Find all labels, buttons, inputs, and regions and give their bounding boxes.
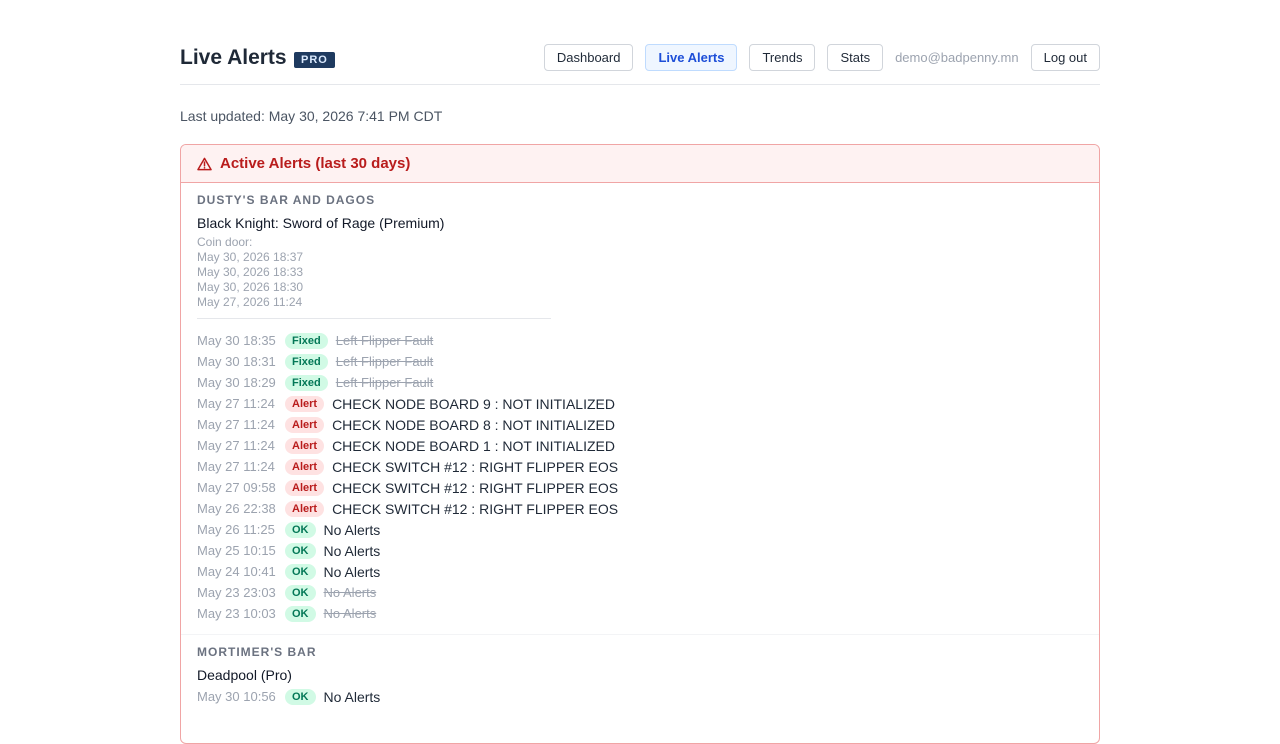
status-badge: Alert bbox=[285, 416, 325, 433]
event-date: May 27 09:58 bbox=[197, 480, 276, 495]
event-date: May 26 22:38 bbox=[197, 501, 276, 516]
top-nav: Dashboard Live Alerts Trends Stats demo@… bbox=[532, 44, 1100, 71]
coin-door-line: May 30, 2026 18:30 bbox=[197, 280, 304, 294]
event-date: May 27 11:24 bbox=[197, 417, 275, 432]
status-badge: Alert bbox=[285, 458, 325, 475]
event-row: May 26 11:25 OK No Alerts bbox=[197, 519, 1083, 540]
event-row: May 30 10:56 OK No Alerts bbox=[197, 686, 1083, 707]
coin-door-line: Coin door: bbox=[197, 235, 253, 249]
machine-name[interactable]: Black Knight: Sword of Rage (Premium) bbox=[197, 214, 1083, 232]
event-message: CHECK SWITCH #12 : RIGHT FLIPPER EOS bbox=[332, 500, 619, 517]
event-row: May 30 18:35 Fixed Left Flipper Fault bbox=[197, 330, 1083, 351]
event-row: May 30 18:29 Fixed Left Flipper Fault bbox=[197, 372, 1083, 393]
last-updated: Last updated: May 30, 2026 7:41 PM CDT bbox=[180, 108, 443, 124]
event-message: No Alerts bbox=[323, 688, 381, 705]
page-title: Live Alerts bbox=[180, 46, 287, 69]
status-badge: OK bbox=[285, 605, 316, 622]
event-date: May 30 18:35 bbox=[197, 333, 276, 348]
event-message: CHECK NODE BOARD 8 : NOT INITIALIZED bbox=[332, 416, 615, 433]
status-badge: OK bbox=[285, 688, 316, 705]
nav-stats-button[interactable]: Stats bbox=[827, 44, 884, 71]
event-date: May 30 10:56 bbox=[197, 689, 276, 704]
event-row: May 27 11:24 Alert CHECK NODE BOARD 8 : NO… bbox=[197, 414, 1083, 435]
status-badge: Alert bbox=[285, 479, 325, 496]
event-row: May 30 18:31 Fixed Left Flipper Fault bbox=[197, 351, 1083, 372]
status-badge: Alert bbox=[285, 395, 325, 412]
event-date: May 27 11:24 bbox=[197, 459, 275, 474]
status-badge: Fixed bbox=[285, 332, 328, 349]
nav-dashboard-button[interactable]: Dashboard bbox=[543, 44, 634, 71]
coin-door-log: Coin door: May 30, 2026 18:37 May 30, 2026… bbox=[197, 235, 1083, 310]
event-message: Left Flipper Fault bbox=[335, 375, 434, 390]
event-row: May 26 22:38 Alert CHECK SWITCH #12 : RIGH… bbox=[197, 498, 1083, 519]
event-message: No Alerts bbox=[323, 542, 381, 559]
pro-badge: PRO bbox=[294, 52, 335, 68]
warning-triangle-icon bbox=[197, 157, 212, 170]
event-row: May 24 10:41 OK No Alerts bbox=[197, 561, 1083, 582]
event-date: May 23 10:03 bbox=[197, 606, 276, 621]
status-badge: OK bbox=[285, 584, 316, 601]
location-section: DUSTY'S BAR AND DAGOS Black Knight: Sword… bbox=[181, 193, 1099, 624]
status-badge: Fixed bbox=[285, 353, 328, 370]
status-badge: Alert bbox=[285, 437, 325, 454]
event-message: Left Flipper Fault bbox=[335, 333, 434, 348]
section-separator bbox=[181, 634, 1099, 635]
coin-door-line: May 27, 2026 11:24 bbox=[197, 295, 303, 309]
event-date: May 27 11:24 bbox=[197, 438, 275, 453]
location-section: MORTIMER'S BAR Deadpool (Pro) May 30 10:56… bbox=[181, 645, 1099, 707]
coin-door-line: May 30, 2026 18:33 bbox=[197, 265, 304, 279]
event-row: May 27 11:24 Alert CHECK SWITCH #12 : RIGH… bbox=[197, 456, 1083, 477]
event-date: May 24 10:41 bbox=[197, 564, 276, 579]
coin-door-line: May 30, 2026 18:37 bbox=[197, 250, 304, 264]
page-container: Live Alerts PRO Dashboard Live Alerts Tr… bbox=[180, 0, 1100, 744]
nav-trends-button[interactable]: Trends bbox=[749, 44, 816, 71]
active-alerts-panel: Active Alerts (last 30 days) DUSTY'S BAR… bbox=[180, 144, 1100, 744]
event-message: No Alerts bbox=[323, 606, 377, 621]
location-name: MORTIMER'S BAR bbox=[197, 645, 317, 659]
event-message: Left Flipper Fault bbox=[335, 354, 434, 369]
logout-button[interactable]: Log out bbox=[1030, 44, 1100, 71]
status-badge: OK bbox=[285, 521, 316, 538]
event-message: No Alerts bbox=[323, 585, 377, 600]
divider bbox=[197, 318, 551, 319]
status-badge: OK bbox=[285, 563, 316, 580]
location-name: DUSTY'S BAR AND DAGOS bbox=[197, 193, 376, 207]
event-message: CHECK NODE BOARD 1 : NOT INITIALIZED bbox=[332, 437, 615, 454]
event-row: May 27 09:58 Alert CHECK SWITCH #12 : RIGH… bbox=[197, 477, 1083, 498]
event-date: May 30 18:31 bbox=[197, 354, 276, 369]
event-date: May 30 18:29 bbox=[197, 375, 276, 390]
event-date: May 23 23:03 bbox=[197, 585, 276, 600]
event-row: May 25 10:15 OK No Alerts bbox=[197, 540, 1083, 561]
header: Live Alerts PRO Dashboard Live Alerts Tr… bbox=[180, 0, 1100, 85]
event-row: May 27 11:24 Alert CHECK NODE BOARD 1 : NO… bbox=[197, 435, 1083, 456]
status-badge: OK bbox=[285, 542, 316, 559]
event-message: CHECK SWITCH #12 : RIGHT FLIPPER EOS bbox=[332, 479, 619, 496]
nav-live-alerts-button[interactable]: Live Alerts bbox=[645, 44, 738, 71]
machine-name[interactable]: Deadpool (Pro) bbox=[197, 666, 1083, 684]
event-date: May 25 10:15 bbox=[197, 543, 276, 558]
event-row: May 23 10:03 OK No Alerts bbox=[197, 603, 1083, 624]
event-date: May 27 11:24 bbox=[197, 396, 275, 411]
locations-list: DUSTY'S BAR AND DAGOS Black Knight: Sword… bbox=[181, 193, 1099, 707]
event-message: CHECK NODE BOARD 9 : NOT INITIALIZED bbox=[332, 395, 615, 412]
event-date: May 26 11:25 bbox=[197, 522, 275, 537]
status-badge: Alert bbox=[285, 500, 325, 517]
status-badge: Fixed bbox=[285, 374, 328, 391]
user-email: demo@badpenny.mn bbox=[895, 50, 1019, 65]
panel-header: Active Alerts (last 30 days) bbox=[181, 145, 1099, 183]
event-row: May 27 11:24 Alert CHECK NODE BOARD 9 : NO… bbox=[197, 393, 1083, 414]
event-message: CHECK SWITCH #12 : RIGHT FLIPPER EOS bbox=[332, 458, 619, 475]
event-message: No Alerts bbox=[323, 521, 381, 538]
event-row: May 23 23:03 OK No Alerts bbox=[197, 582, 1083, 603]
event-message: No Alerts bbox=[323, 563, 381, 580]
panel-title: Active Alerts (last 30 days) bbox=[220, 155, 411, 172]
